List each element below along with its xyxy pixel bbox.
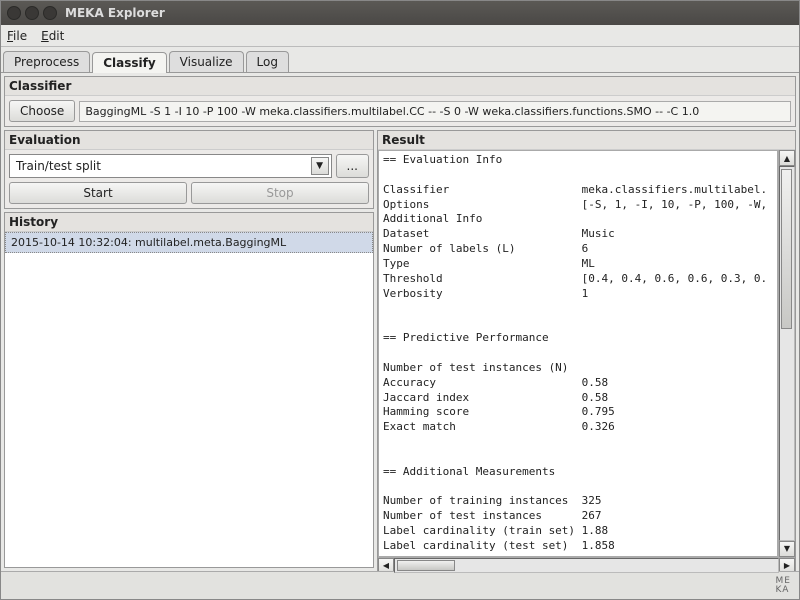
tab-classify[interactable]: Classify <box>92 52 166 73</box>
window-maximize-icon[interactable] <box>43 6 57 20</box>
history-list[interactable]: 2015-10-14 10:32:04: multilabel.meta.Bag… <box>5 232 373 567</box>
evaluation-options-button[interactable]: ... <box>336 154 369 178</box>
stop-button[interactable]: Stop <box>191 182 369 204</box>
menubar: File Edit <box>1 25 799 47</box>
left-column: Evaluation Train/test split ▼ ... Start … <box>4 130 374 568</box>
horizontal-scrollbar[interactable]: ◀ ▶ <box>378 557 795 574</box>
vertical-scrollbar[interactable]: ▲ ▼ <box>778 150 795 557</box>
chevron-down-icon: ▼ <box>311 157 329 175</box>
classifier-string[interactable]: BaggingML -S 1 -I 10 -P 100 -W meka.clas… <box>79 101 791 122</box>
app-window: MEKA Explorer File Edit Preprocess Class… <box>0 0 800 600</box>
classifier-legend: Classifier <box>5 77 795 96</box>
window-close-icon[interactable] <box>7 6 21 20</box>
choose-classifier-button[interactable]: Choose <box>9 100 75 122</box>
content-area: Classifier Choose BaggingML -S 1 -I 10 -… <box>1 73 799 571</box>
tab-log[interactable]: Log <box>246 51 289 72</box>
meka-logo: ME KA <box>776 577 791 593</box>
result-output[interactable]: == Evaluation Info Classifier meka.class… <box>378 150 778 557</box>
tab-visualize[interactable]: Visualize <box>169 51 244 72</box>
scroll-thumb-v[interactable] <box>781 169 792 329</box>
titlebar: MEKA Explorer <box>1 1 799 25</box>
menu-file[interactable]: File <box>7 29 27 43</box>
scroll-down-icon[interactable]: ▼ <box>779 541 795 557</box>
window-minimize-icon[interactable] <box>25 6 39 20</box>
statusbar: ME KA <box>1 571 799 599</box>
history-legend: History <box>5 213 373 232</box>
window-title: MEKA Explorer <box>65 6 165 20</box>
tab-preprocess[interactable]: Preprocess <box>3 51 90 72</box>
result-group: Result == Evaluation Info Classifier mek… <box>377 130 796 575</box>
scroll-up-icon[interactable]: ▲ <box>779 150 795 166</box>
evaluation-method-select[interactable]: Train/test split ▼ <box>9 154 332 178</box>
history-group: History 2015-10-14 10:32:04: multilabel.… <box>4 212 374 568</box>
scroll-thumb-h[interactable] <box>397 560 455 571</box>
right-column: Result == Evaluation Info Classifier mek… <box>377 130 796 568</box>
classifier-group: Classifier Choose BaggingML -S 1 -I 10 -… <box>4 76 796 127</box>
evaluation-method-value: Train/test split <box>16 159 101 173</box>
result-legend: Result <box>378 131 795 150</box>
menu-edit[interactable]: Edit <box>41 29 64 43</box>
tabs: Preprocess Classify Visualize Log <box>1 47 799 73</box>
history-item[interactable]: 2015-10-14 10:32:04: multilabel.meta.Bag… <box>5 232 373 253</box>
evaluation-legend: Evaluation <box>5 131 373 150</box>
start-button[interactable]: Start <box>9 182 187 204</box>
evaluation-group: Evaluation Train/test split ▼ ... Start … <box>4 130 374 209</box>
main-split: Evaluation Train/test split ▼ ... Start … <box>4 130 796 568</box>
